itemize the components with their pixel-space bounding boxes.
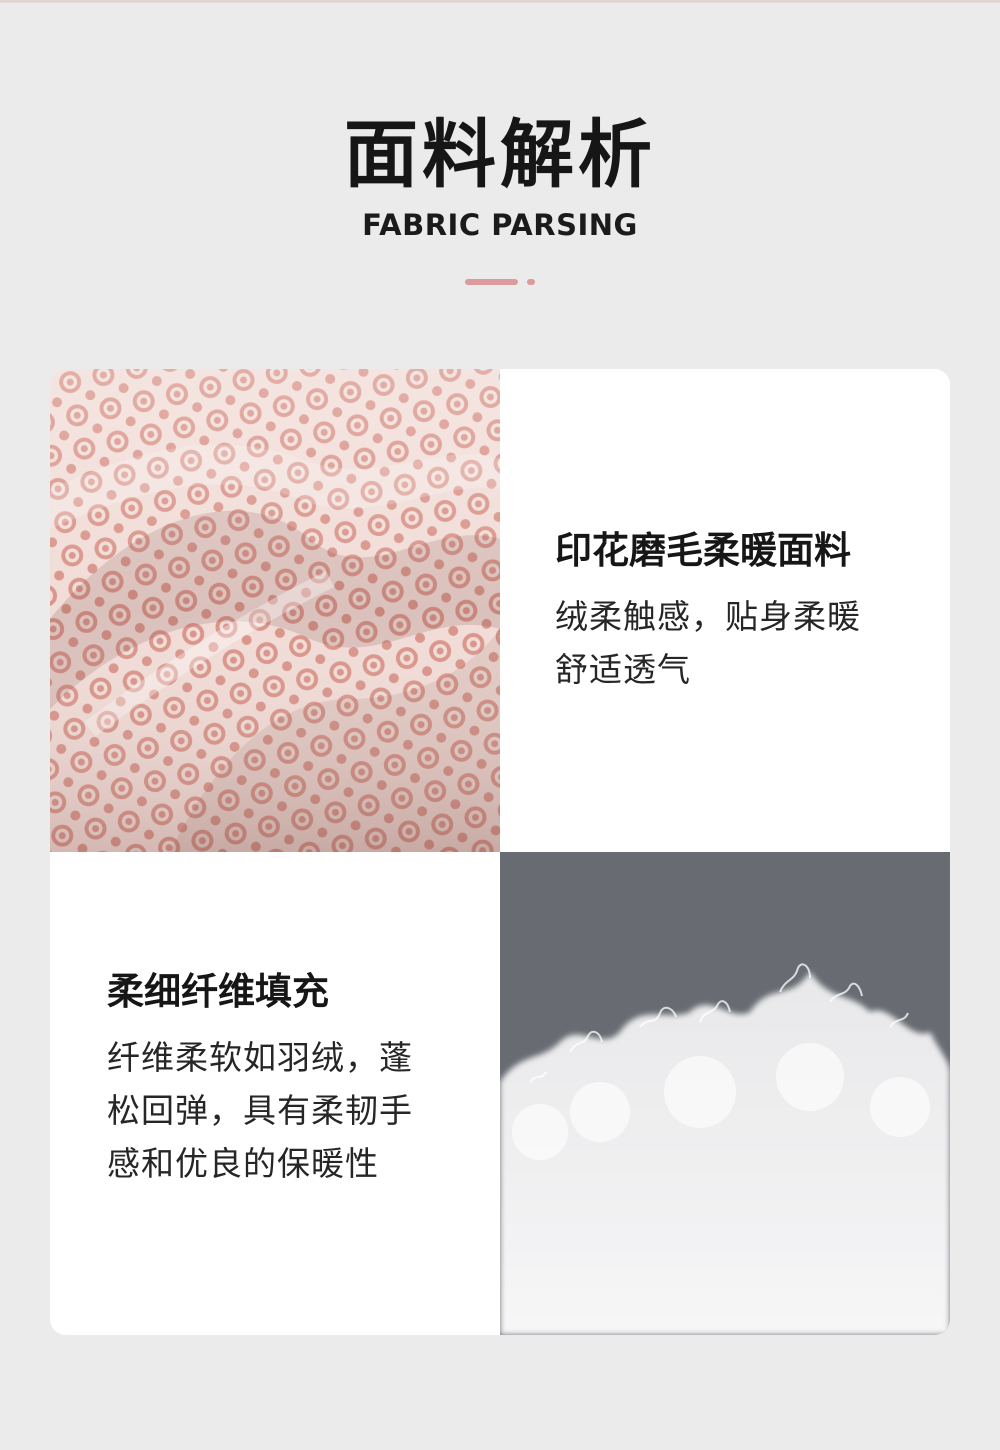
feature-filling-desc: 纤维柔软如羽绒，蓬 松回弹，具有柔韧手 感和优良的保暖性: [107, 1031, 467, 1190]
desc-line: 绒柔触感，贴身柔暖: [555, 597, 861, 636]
page-title: 面料解析: [344, 112, 656, 198]
fiber-filling-photo: [500, 852, 950, 1335]
feature-fabric-title: 印花磨毛柔暖面料: [555, 529, 851, 572]
desc-line: 舒适透气: [555, 650, 691, 689]
feature-filling-title: 柔细纤维填充: [107, 970, 329, 1013]
feature-filling-panel: 柔细纤维填充 纤维柔软如羽绒，蓬 松回弹，具有柔韧手 感和优良的保暖性: [50, 852, 500, 1335]
accent-dot: [527, 279, 535, 285]
feature-fabric-panel: 印花磨毛柔暖面料 绒柔触感，贴身柔暖 舒适透气: [500, 369, 950, 852]
desc-line: 感和优良的保暖性: [107, 1144, 379, 1183]
fabric-photo: [50, 369, 500, 852]
desc-line: 松回弹，具有柔韧手: [107, 1091, 413, 1130]
desc-line: 纤维柔软如羽绒，蓬: [107, 1038, 413, 1077]
feature-card: 印花磨毛柔暖面料 绒柔触感，贴身柔暖 舒适透气 柔细纤维填充 纤维柔软如羽绒，蓬…: [50, 369, 950, 1335]
accent-bar: [465, 279, 518, 285]
page-subtitle: FABRIC PARSING: [362, 208, 638, 242]
feature-fabric-desc: 绒柔触感，贴身柔暖 舒适透气: [555, 590, 915, 696]
top-divider: [0, 0, 1000, 3]
